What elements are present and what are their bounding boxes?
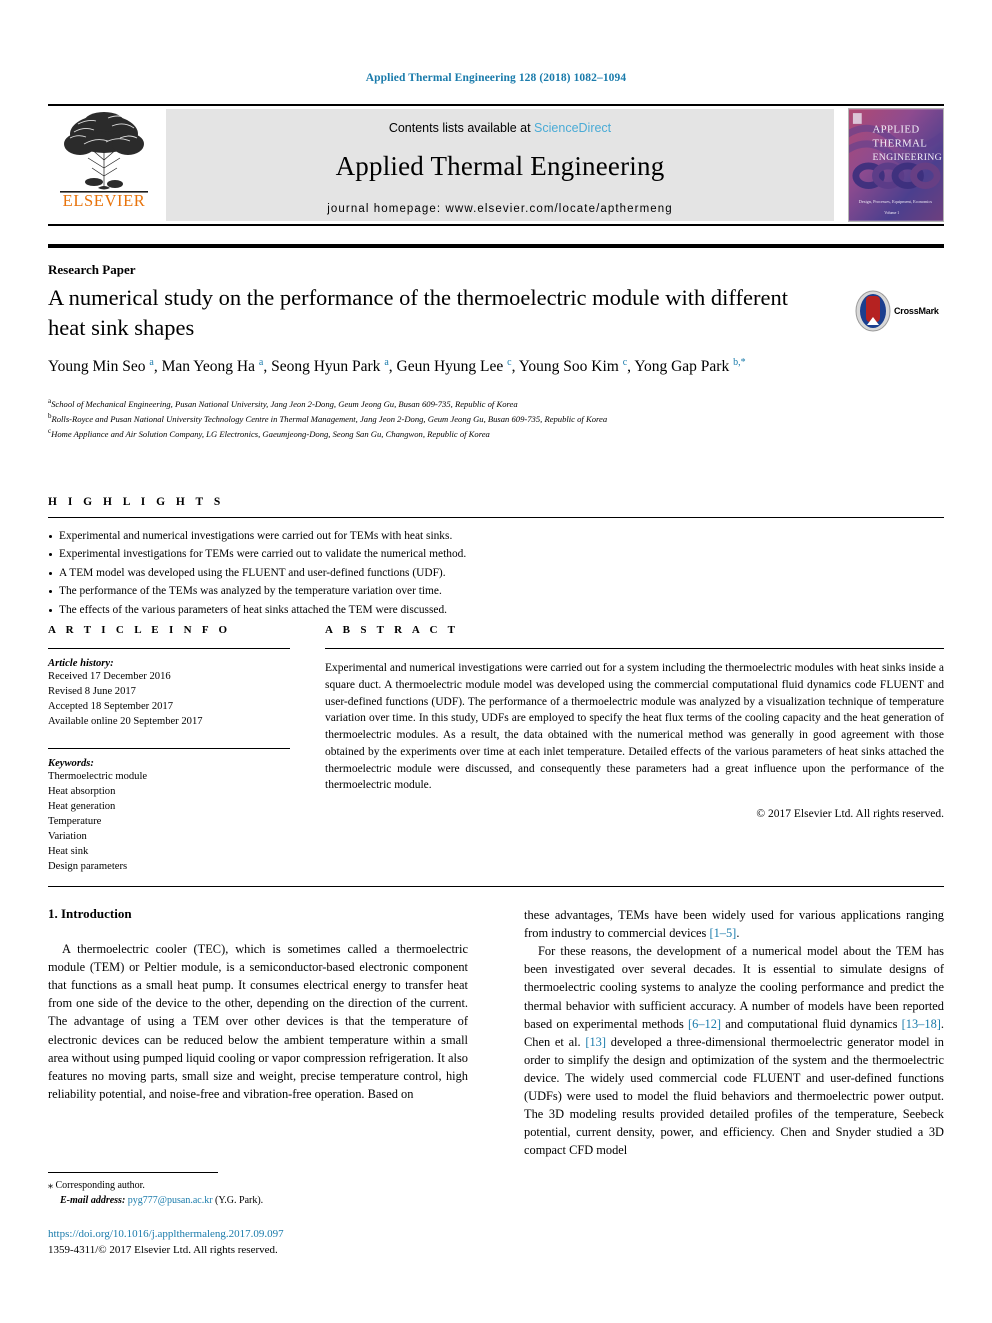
keyword-item: Heat generation xyxy=(48,801,116,813)
affiliation-item: aSchool of Mechanical Engineering, Pusan… xyxy=(48,397,518,409)
keyword-item: Design parameters xyxy=(48,861,128,873)
paper-page: Applied Thermal Engineering 128 (2018) 1… xyxy=(0,0,992,1323)
article-history-item: Received 17 December 2016 xyxy=(48,671,171,682)
page-title: A numerical study on the performance of … xyxy=(48,285,788,340)
abstract-divider xyxy=(325,648,944,649)
article-info-divider xyxy=(48,648,290,649)
keywords-list: Thermoelectric module Heat absorption Heat… xyxy=(48,769,290,874)
highlight-item: Experimental investigations for TEMs wer… xyxy=(48,545,944,563)
body-paragraph-continued: these advantages, TEMs have been widely … xyxy=(524,908,944,941)
article-history-item: Revised 8 June 2017 xyxy=(48,686,136,698)
keywords-divider xyxy=(48,748,290,750)
article-history-item: Accepted 18 September 2017 xyxy=(48,701,174,713)
body-divider xyxy=(48,886,944,887)
affiliation-item: bRolls-Royce and Pusan National Universi… xyxy=(48,412,608,425)
email-label: E-mail address: xyxy=(60,1194,126,1206)
highlight-item: The effects of the various parameters of… xyxy=(48,601,944,619)
article-info-column: A R T I C L E I N F O Article history: R… xyxy=(48,624,290,874)
article-type-label: Research Paper xyxy=(48,262,136,277)
keyword-item: Variation xyxy=(48,831,87,843)
keyword-item: Heat sink xyxy=(48,846,89,858)
journal-homepage[interactable]: journal homepage: www.elsevier.com/locat… xyxy=(166,203,834,215)
asterisk-icon: ⁎ xyxy=(48,1180,53,1191)
elsevier-logo: ELSEVIER xyxy=(48,108,160,222)
elsevier-wordmark: ELSEVIER xyxy=(62,191,146,210)
article-history-label: Article history: xyxy=(48,658,114,669)
corresponding-author-text: Corresponding author. xyxy=(55,1180,145,1191)
corresponding-author-note: ⁎ Corresponding author. xyxy=(48,1179,468,1194)
body-paragraph: For these reasons, the development of a … xyxy=(524,944,944,1158)
body-paragraph: A thermoelectric cooler (TEC), which is … xyxy=(48,942,468,1101)
journal-cover-thumbnail: APPLIED THERMAL ENGINEERING Design, Proc… xyxy=(848,108,944,222)
article-history-list: Received 17 December 2016 Revised 8 June … xyxy=(48,669,290,729)
svg-text:APPLIED: APPLIED xyxy=(873,124,920,136)
highlights-divider xyxy=(48,517,944,518)
journal-masthead: ELSEVIER Contents lists available at Sci… xyxy=(48,104,944,226)
crossmark-label: CrossMark xyxy=(894,306,939,316)
crossmark-icon xyxy=(855,290,891,332)
svg-text:THERMAL: THERMAL xyxy=(873,137,928,149)
abstract-copyright: © 2017 Elsevier Ltd. All rights reserved… xyxy=(756,808,944,821)
keyword-item: Heat absorption xyxy=(48,786,116,798)
footnote-divider xyxy=(48,1172,218,1173)
svg-text:ENGINEERING: ENGINEERING xyxy=(873,152,943,163)
journal-title: Applied Thermal Engineering xyxy=(335,151,665,181)
svg-text:Volume 1: Volume 1 xyxy=(884,211,899,215)
section-title-introduction: 1. Introduction xyxy=(48,906,132,921)
title-divider xyxy=(48,244,944,248)
highlights-list: Experimental and numerical investigation… xyxy=(48,527,944,619)
crossmark-badge[interactable]: CrossMark xyxy=(855,288,945,334)
footnote-block: ⁎ Corresponding author. E-mail address: … xyxy=(48,1179,468,1208)
article-info-heading: A R T I C L E I N F O xyxy=(48,624,231,636)
author-list: Young Min Seo a, Man Yeong Ha a, Seong H… xyxy=(48,357,746,376)
email-owner: (Y.G. Park). xyxy=(215,1194,264,1206)
doi-block: https://doi.org/10.1016/j.applthermaleng… xyxy=(48,1227,508,1259)
body-column-left: 1. Introduction A thermoelectric cooler … xyxy=(48,906,468,1103)
email-note: E-mail address: pyg777@pusan.ac.kr (Y.G.… xyxy=(48,1194,468,1209)
contents-available-line: Contents lists available at ScienceDirec… xyxy=(166,109,834,135)
abstract-heading: A B S T R A C T xyxy=(325,624,459,636)
highlights-heading: H I G H L I G H T S xyxy=(48,496,225,508)
affiliation-item: cHome Appliance and Air Solution Company… xyxy=(48,427,490,440)
journal-band: Contents lists available at ScienceDirec… xyxy=(166,109,834,221)
elsevier-tree-icon xyxy=(60,112,148,193)
abstract-text: Experimental and numerical investigation… xyxy=(325,662,944,792)
abstract-column: A B S T R A C T Experimental and numeric… xyxy=(325,624,944,820)
contents-prefix: Contents lists available at xyxy=(388,121,535,135)
keywords-label: Keywords: xyxy=(48,758,94,770)
email-link[interactable]: pyg777@pusan.ac.kr xyxy=(128,1195,213,1206)
affiliation-list: aSchool of Mechanical Engineering, Pusan… xyxy=(48,396,944,442)
article-history-item: Available online 20 September 2017 xyxy=(48,716,203,728)
highlight-item: The performance of the TEMs was analyzed… xyxy=(48,582,944,600)
highlight-item: A TEM model was developed using the FLUE… xyxy=(48,564,944,582)
sciencedirect-link[interactable]: ScienceDirect xyxy=(534,121,611,135)
highlight-item: Experimental and numerical investigation… xyxy=(48,527,944,545)
body-column-right: these advantages, TEMs have been widely … xyxy=(524,906,944,1160)
keyword-item: Thermoelectric module xyxy=(48,771,148,783)
running-head: Applied Thermal Engineering 128 (2018) 1… xyxy=(365,72,627,84)
issn-copyright: 1359-4311/© 2017 Elsevier Ltd. All right… xyxy=(48,1243,278,1256)
keyword-item: Temperature xyxy=(48,816,102,828)
doi-link[interactable]: https://doi.org/10.1016/j.applthermaleng… xyxy=(48,1227,508,1243)
cover-artwork: APPLIED THERMAL ENGINEERING Design, Proc… xyxy=(849,109,943,221)
